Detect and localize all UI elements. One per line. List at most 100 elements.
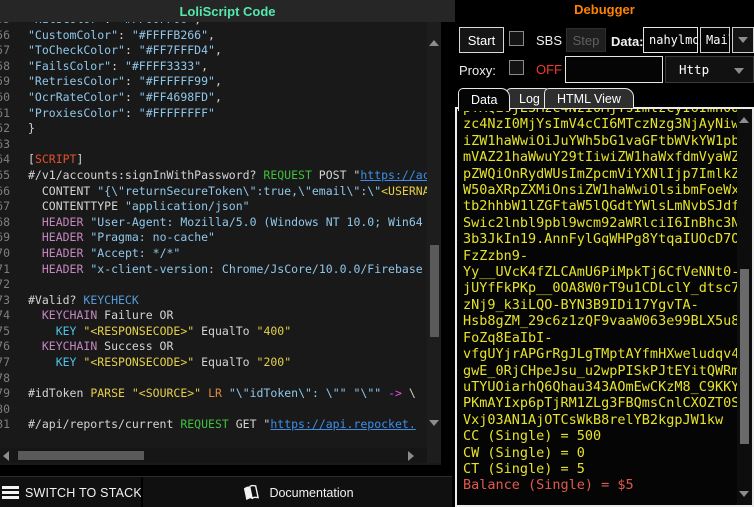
data-view-line: CW (Single) = 0 xyxy=(463,444,585,461)
proxy-label: Proxy: xyxy=(459,63,496,78)
data-input[interactable]: nahylmoh xyxy=(643,27,698,53)
line-number: 60 xyxy=(0,89,10,104)
line-number: 56 xyxy=(0,27,10,42)
line-number: 77 xyxy=(0,355,10,370)
scroll-up-arrow-icon[interactable] xyxy=(429,40,439,46)
scroll-up-arrow-icon[interactable] xyxy=(739,117,749,123)
line-number: 72 xyxy=(0,277,10,292)
code-line: 70 HEADER "Accept: */*" xyxy=(0,246,427,262)
sbs-label: SBS xyxy=(536,33,563,48)
code-line: 81#/api/reports/current REQUEST GET "htt… xyxy=(0,417,427,433)
wordlist-type-value: Mail xyxy=(706,33,729,47)
scroll-down-arrow-icon[interactable] xyxy=(739,491,749,497)
code-line: 59"RetriesColor": "#FFFFFF99", xyxy=(0,74,427,90)
line-number: 79 xyxy=(0,386,10,401)
line-number: 81 xyxy=(0,417,10,432)
proxy-type-select[interactable]: Http xyxy=(665,56,754,83)
line-number: 68 xyxy=(0,214,10,229)
code-lines: 55"HitsColor": "#FF00FF00",56"CustomColo… xyxy=(0,22,427,433)
proxy-status-badge: OFF xyxy=(536,62,562,77)
data-view-scrollbar-thumb[interactable] xyxy=(740,269,749,444)
switch-to-stack-view-label: SWITCH TO STACK VIEW xyxy=(25,485,141,500)
code-line: 72 xyxy=(0,277,427,293)
tab-data-label: Data xyxy=(471,93,498,107)
line-number: 74 xyxy=(0,308,10,323)
code-line: 76 KEYCHAIN Success OR xyxy=(0,339,427,355)
code-line: 68 HEADER "User-Agent: Mozilla/5.0 (Wind… xyxy=(0,215,427,231)
chevron-down-icon xyxy=(734,68,744,74)
code-line: 66 CONTENT "{\"returnSecureToken\":true,… xyxy=(0,184,427,200)
switch-to-stack-view-button[interactable]: SWITCH TO STACK VIEW xyxy=(0,477,141,507)
code-line: 64[SCRIPT] xyxy=(0,152,427,168)
code-line: 62} xyxy=(0,121,427,137)
line-number: 65 xyxy=(0,167,10,182)
code-line: 71 HEADER "x-client-version: Chrome/JsCo… xyxy=(0,262,427,278)
code-line: 57"ToCheckColor": "#FF7FFFD4", xyxy=(0,43,427,59)
line-number: 63 xyxy=(0,136,10,151)
editor-vertical-scrollbar-thumb[interactable] xyxy=(429,245,439,337)
line-number: 67 xyxy=(0,199,10,214)
data-view-line: mVAZ21haWwuY29tIiwiZW1haWxfdmVyaWZ xyxy=(463,149,738,166)
code-line: 65#/v1/accounts:signInWithPassword? REQU… xyxy=(0,168,427,184)
data-view-line: jUYfFkPKp__0OA8W0rT9u1CDLclY_dtsc7 xyxy=(463,280,738,297)
code-line: 61"ProxiesColor": "#FFFFFFFF" xyxy=(0,106,427,122)
code-line: 56"CustomColor": "#FFFFB266", xyxy=(0,28,427,44)
code-line: 60"OcrRateColor": "#FF4698FD", xyxy=(0,90,427,106)
tab-html-view-label: HTML View xyxy=(557,91,621,106)
data-view-line: FzZzbn9- xyxy=(463,247,529,264)
scroll-right-arrow-icon[interactable] xyxy=(408,450,414,461)
data-view-line: Vxj03AN1AjOTCsWkB8relYB2kgpJW1kw xyxy=(463,411,724,428)
line-number: 75 xyxy=(0,323,10,338)
wordlist-type-select[interactable]: Mail xyxy=(700,27,730,53)
step-button-label: Step xyxy=(572,32,600,48)
editor-vertical-scrollbar[interactable] xyxy=(427,22,441,463)
data-view-line: CC (Single) = 500 xyxy=(463,428,602,445)
step-button[interactable]: Step xyxy=(566,28,606,52)
proxy-checkbox[interactable] xyxy=(509,60,524,75)
loliscript-title: LoliScript Code xyxy=(179,3,276,19)
editor-horizontal-scrollbar[interactable] xyxy=(0,448,427,463)
line-number: 64 xyxy=(0,152,10,167)
code-line: 67 CONTENTTYPE "application/json" xyxy=(0,199,427,215)
menu-icon xyxy=(2,484,19,502)
data-view-line: vfgUYjrAPGrRgJLgTMptAYfmHXweludqv4 xyxy=(463,346,738,363)
line-number: 78 xyxy=(0,370,10,385)
code-editor[interactable]: 55"HitsColor": "#FF00FF00",56"CustomColo… xyxy=(0,22,441,465)
documentation-book-icon xyxy=(241,484,261,502)
line-number: 71 xyxy=(0,261,10,276)
data-view-line: FoZq8EaIbI- xyxy=(463,329,553,346)
scroll-left-arrow-icon[interactable] xyxy=(3,450,9,461)
data-view-line: Hsb8gZM_29c6z1zQF9vaaW063e99BLX5u8 xyxy=(463,313,738,330)
line-number: 57 xyxy=(0,43,10,58)
data-label: Data: xyxy=(611,34,644,49)
data-view-line: Balance (Single) = $5 xyxy=(463,477,634,494)
code-line: 77 KEY "<RESPONSECODE>" EqualTo "200" xyxy=(0,355,427,371)
start-button-label: Start xyxy=(467,32,496,48)
code-line: 79#idToken PARSE "<SOURCE>" LR "\"idToke… xyxy=(0,386,427,402)
data-view-line: uTYUOiarhQ6Qhau343AOmEwCKzM8_C9KKY xyxy=(463,378,738,395)
editor-horizontal-scrollbar-thumb[interactable] xyxy=(18,451,144,460)
scroll-down-arrow-icon[interactable] xyxy=(429,420,439,426)
data-view-line: zc4NzI0MjYsImV4cCI6MTczNzg3NjAyNiw xyxy=(463,116,738,133)
line-number: 59 xyxy=(0,74,10,89)
sbs-checkbox[interactable] xyxy=(509,31,524,46)
tab-data[interactable]: Data xyxy=(458,88,511,111)
start-button[interactable]: Start xyxy=(459,27,504,53)
proxy-type-value: Http xyxy=(679,62,710,77)
data-view-line: zNj9_k3iLQO-BYN3B9IDi17YgvTA- xyxy=(463,296,699,313)
openbullet-config-window: LoliScript Code 55"HitsColor": "#FF00FF0… xyxy=(0,0,754,507)
documentation-button[interactable]: Documentation xyxy=(143,477,452,507)
code-line: 58"FailsColor": "#FFFF3333", xyxy=(0,59,427,75)
data-input-value: nahylmoh xyxy=(649,33,697,47)
data-view-line: PKmAYIxp6pTjRM1ZLg3FBQmsCnlCXOZT0S xyxy=(463,395,738,412)
debugger-data-view: pYXQiOjE3Mzc4NzI0MjYsImlzcyI6Imh0dH zc4Nz… xyxy=(455,107,754,507)
proxy-input[interactable] xyxy=(565,56,663,83)
line-number: 69 xyxy=(0,230,10,245)
tab-html-view[interactable]: HTML View xyxy=(544,88,634,108)
line-number: 66 xyxy=(0,183,10,198)
debugger-data-lines: pYXQiOjE3Mzc4NzI0MjYsImlzcyI6Imh0dH zc4Nz… xyxy=(463,109,738,494)
data-view-line: CT (Single) = 5 xyxy=(463,460,585,477)
line-number: 70 xyxy=(0,245,10,260)
wordlist-type-dropdown-button[interactable] xyxy=(732,27,754,53)
data-view-scrollbar[interactable] xyxy=(737,109,752,505)
